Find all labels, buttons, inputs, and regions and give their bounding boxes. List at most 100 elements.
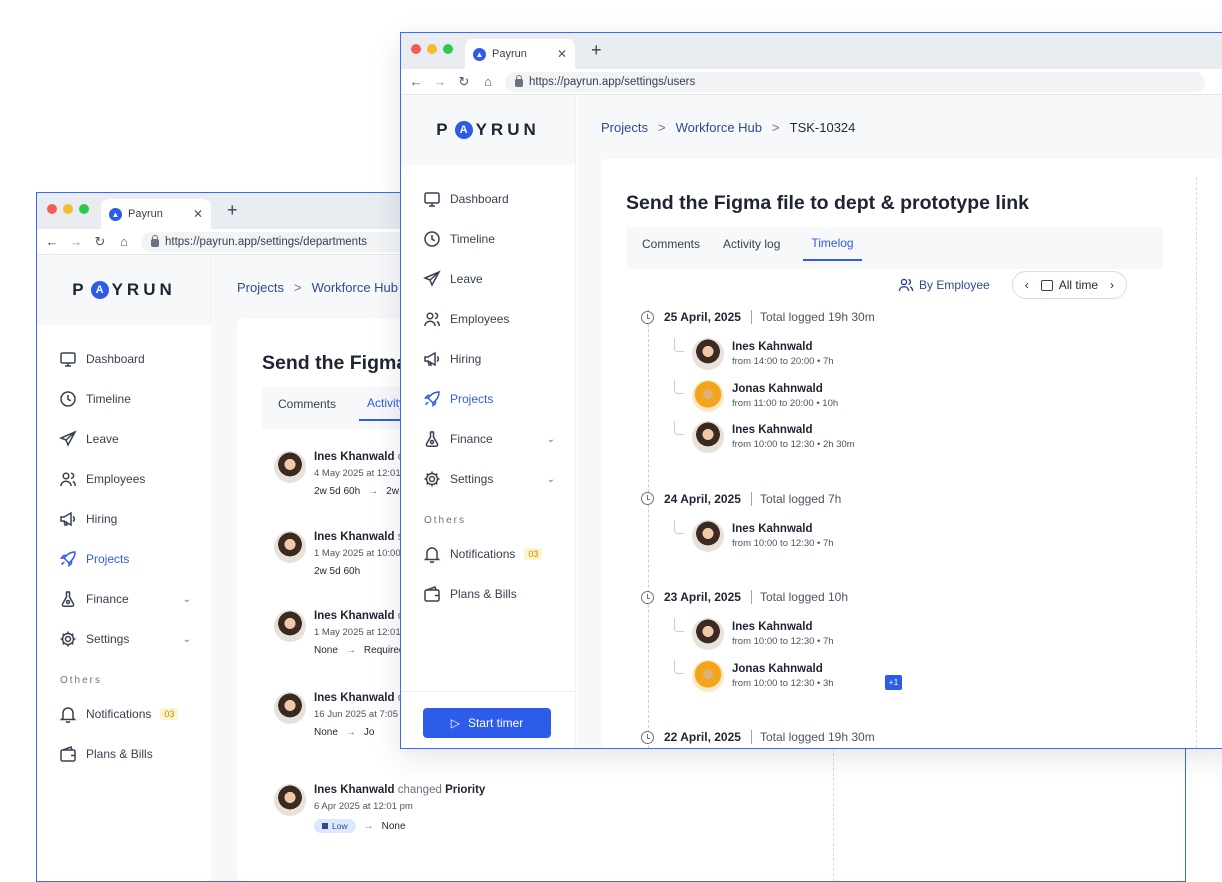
- chevron-left-icon[interactable]: ‹: [1025, 278, 1029, 292]
- wallet-icon: [59, 745, 77, 763]
- sidebar-item-leave[interactable]: Leave: [401, 259, 575, 299]
- column-divider: [1196, 177, 1197, 748]
- maximize-window-button[interactable]: [79, 204, 89, 214]
- forward-arrow-icon[interactable]: →: [69, 234, 83, 249]
- sidebar-item-finance[interactable]: Finance ⌄: [401, 419, 575, 459]
- sidebar-item-notifications[interactable]: Notifications 03: [37, 694, 211, 734]
- address-bar[interactable]: https://payrun.app/settings/users: [505, 71, 1205, 92]
- sidebar-item-finance[interactable]: Finance ⌄: [37, 579, 211, 619]
- chevron-down-icon[interactable]: ⌄: [183, 594, 191, 605]
- sidebar-item-plans-bills[interactable]: Plans & Bills: [401, 574, 575, 614]
- new-tab-icon[interactable]: +: [227, 200, 238, 221]
- home-icon[interactable]: ⌂: [481, 74, 495, 89]
- sidebar-item-notifications[interactable]: Notifications 03: [401, 534, 575, 574]
- timelog-day-header: 25 April, 2025 Total logged 19h 30m: [641, 310, 875, 324]
- sidebar-item-employees[interactable]: Employees: [37, 459, 211, 499]
- plane-icon: [423, 270, 441, 288]
- chevron-down-icon[interactable]: ⌄: [183, 634, 191, 645]
- sidebar-item-label: Finance: [450, 432, 493, 446]
- date-range-label: All time: [1058, 278, 1099, 292]
- address-bar[interactable]: https://payrun.app/settings/departments: [141, 231, 441, 252]
- avatar: [274, 692, 306, 724]
- bell-icon: [59, 705, 77, 723]
- activity-user: Ines Khanwald: [314, 692, 395, 704]
- sidebar-item-employees[interactable]: Employees: [401, 299, 575, 339]
- change-to: 2w: [386, 486, 399, 497]
- timelog-day-header: 22 April, 2025 Total logged 19h 30m: [641, 730, 875, 744]
- sidebar-item-timeline[interactable]: Timeline: [401, 219, 575, 259]
- change-to: None: [381, 820, 406, 832]
- timelog-entry[interactable]: Ines Kahnwald from 14:00 to 20:00 • 7h: [674, 338, 834, 370]
- chevron-down-icon[interactable]: ⌄: [547, 434, 555, 445]
- browser-tab[interactable]: ▲ Payrun ✕: [101, 199, 211, 229]
- logo-word: YRUN: [475, 120, 540, 139]
- change-from: None: [314, 727, 338, 738]
- back-arrow-icon[interactable]: ←: [45, 234, 59, 249]
- avatar: [692, 519, 724, 552]
- sidebar-item-label: Settings: [86, 632, 130, 646]
- browser-tabstrip: ▲ Payrun ✕ +: [401, 33, 1222, 69]
- reload-icon[interactable]: ↻: [93, 234, 107, 250]
- chevron-down-icon[interactable]: ⌄: [547, 474, 555, 485]
- tab-timelog[interactable]: Timelog: [803, 227, 862, 261]
- more-entries-badge[interactable]: +1: [885, 674, 902, 690]
- timelog-entry[interactable]: Ines Kahnwald from 10:00 to 12:30 • 7h: [674, 519, 834, 552]
- close-window-button[interactable]: [47, 204, 57, 214]
- tree-branch: [674, 421, 684, 435]
- by-employee-label: By Employee: [919, 278, 990, 292]
- calendar-icon: [1040, 279, 1053, 291]
- close-tab-icon[interactable]: ✕: [557, 47, 567, 61]
- payrun-favicon-icon: ▲: [109, 207, 122, 221]
- sidebar-item-projects[interactable]: Projects: [401, 379, 575, 419]
- sidebar-item-plans-bills[interactable]: Plans & Bills: [37, 734, 211, 774]
- sidebar-item-dashboard[interactable]: Dashboard: [37, 339, 211, 379]
- timelog-entry[interactable]: Ines Kahnwald from 10:00 to 12:30 • 2h 30…: [674, 421, 855, 453]
- home-icon[interactable]: ⌂: [117, 234, 131, 249]
- by-employee-filter[interactable]: By Employee: [898, 277, 990, 293]
- sidebar-item-projects[interactable]: Projects: [37, 539, 211, 579]
- sidebar-item-hiring[interactable]: Hiring: [37, 499, 211, 539]
- tab-activity-log[interactable]: Activity log: [723, 227, 791, 261]
- chevron-right-icon[interactable]: ›: [1110, 278, 1114, 292]
- avatar: [274, 451, 306, 483]
- sidebar-item-label: Hiring: [450, 352, 482, 366]
- date-range-picker[interactable]: ‹ All time ›: [1011, 271, 1128, 299]
- forward-arrow-icon[interactable]: →: [433, 74, 447, 89]
- reload-icon[interactable]: ↻: [457, 74, 471, 90]
- gear-icon: [423, 470, 441, 488]
- minimize-window-button[interactable]: [63, 204, 73, 214]
- breadcrumb-workforce-hub[interactable]: Workforce Hub: [312, 280, 398, 295]
- timelog-entry[interactable]: Jonas Kahnwald from 11:00 to 20:00 • 10h: [674, 379, 838, 412]
- tab-comments[interactable]: Comments: [642, 227, 711, 261]
- sidebar-item-label: Leave: [450, 272, 483, 286]
- timelog-day-header: 24 April, 2025 Total logged 7h: [641, 491, 841, 506]
- sidebar-item-settings[interactable]: Settings ⌄: [401, 459, 575, 499]
- avatar: [274, 610, 306, 642]
- time-range: from 10:00 to 12:30 • 7h: [732, 537, 834, 549]
- day-date: 22 April, 2025: [664, 730, 741, 744]
- change-from: Low: [332, 821, 348, 831]
- breadcrumb-workforce-hub[interactable]: Workforce Hub: [676, 120, 762, 135]
- minimize-window-button[interactable]: [427, 44, 437, 54]
- sidebar-item-leave[interactable]: Leave: [37, 419, 211, 459]
- sidebar-item-settings[interactable]: Settings ⌄: [37, 619, 211, 659]
- close-tab-icon[interactable]: ✕: [193, 207, 203, 221]
- new-tab-icon[interactable]: +: [591, 40, 602, 61]
- sidebar-item-hiring[interactable]: Hiring: [401, 339, 575, 379]
- timelog-entry[interactable]: Jonas Kahnwald from 10:00 to 12:30 • 3h: [674, 659, 834, 692]
- sidebar-item-timeline[interactable]: Timeline: [37, 379, 211, 419]
- breadcrumb-projects[interactable]: Projects: [237, 280, 284, 295]
- tree-branch: [674, 519, 684, 534]
- maximize-window-button[interactable]: [443, 44, 453, 54]
- browser-tab[interactable]: ▲ Payrun ✕: [465, 39, 575, 69]
- close-window-button[interactable]: [411, 44, 421, 54]
- start-timer-button[interactable]: ▷ Start timer: [423, 708, 551, 738]
- timelog-entry[interactable]: Ines Kahnwald from 10:00 to 12:30 • 7h: [674, 618, 834, 650]
- tab-comments[interactable]: Comments: [278, 387, 347, 421]
- rocket-icon: [423, 390, 441, 408]
- sidebar-item-dashboard[interactable]: Dashboard: [401, 179, 575, 219]
- day-total: Total logged 10h: [750, 590, 848, 604]
- back-arrow-icon[interactable]: ←: [409, 74, 423, 89]
- breadcrumb-projects[interactable]: Projects: [601, 120, 648, 135]
- avatar: [274, 784, 306, 816]
